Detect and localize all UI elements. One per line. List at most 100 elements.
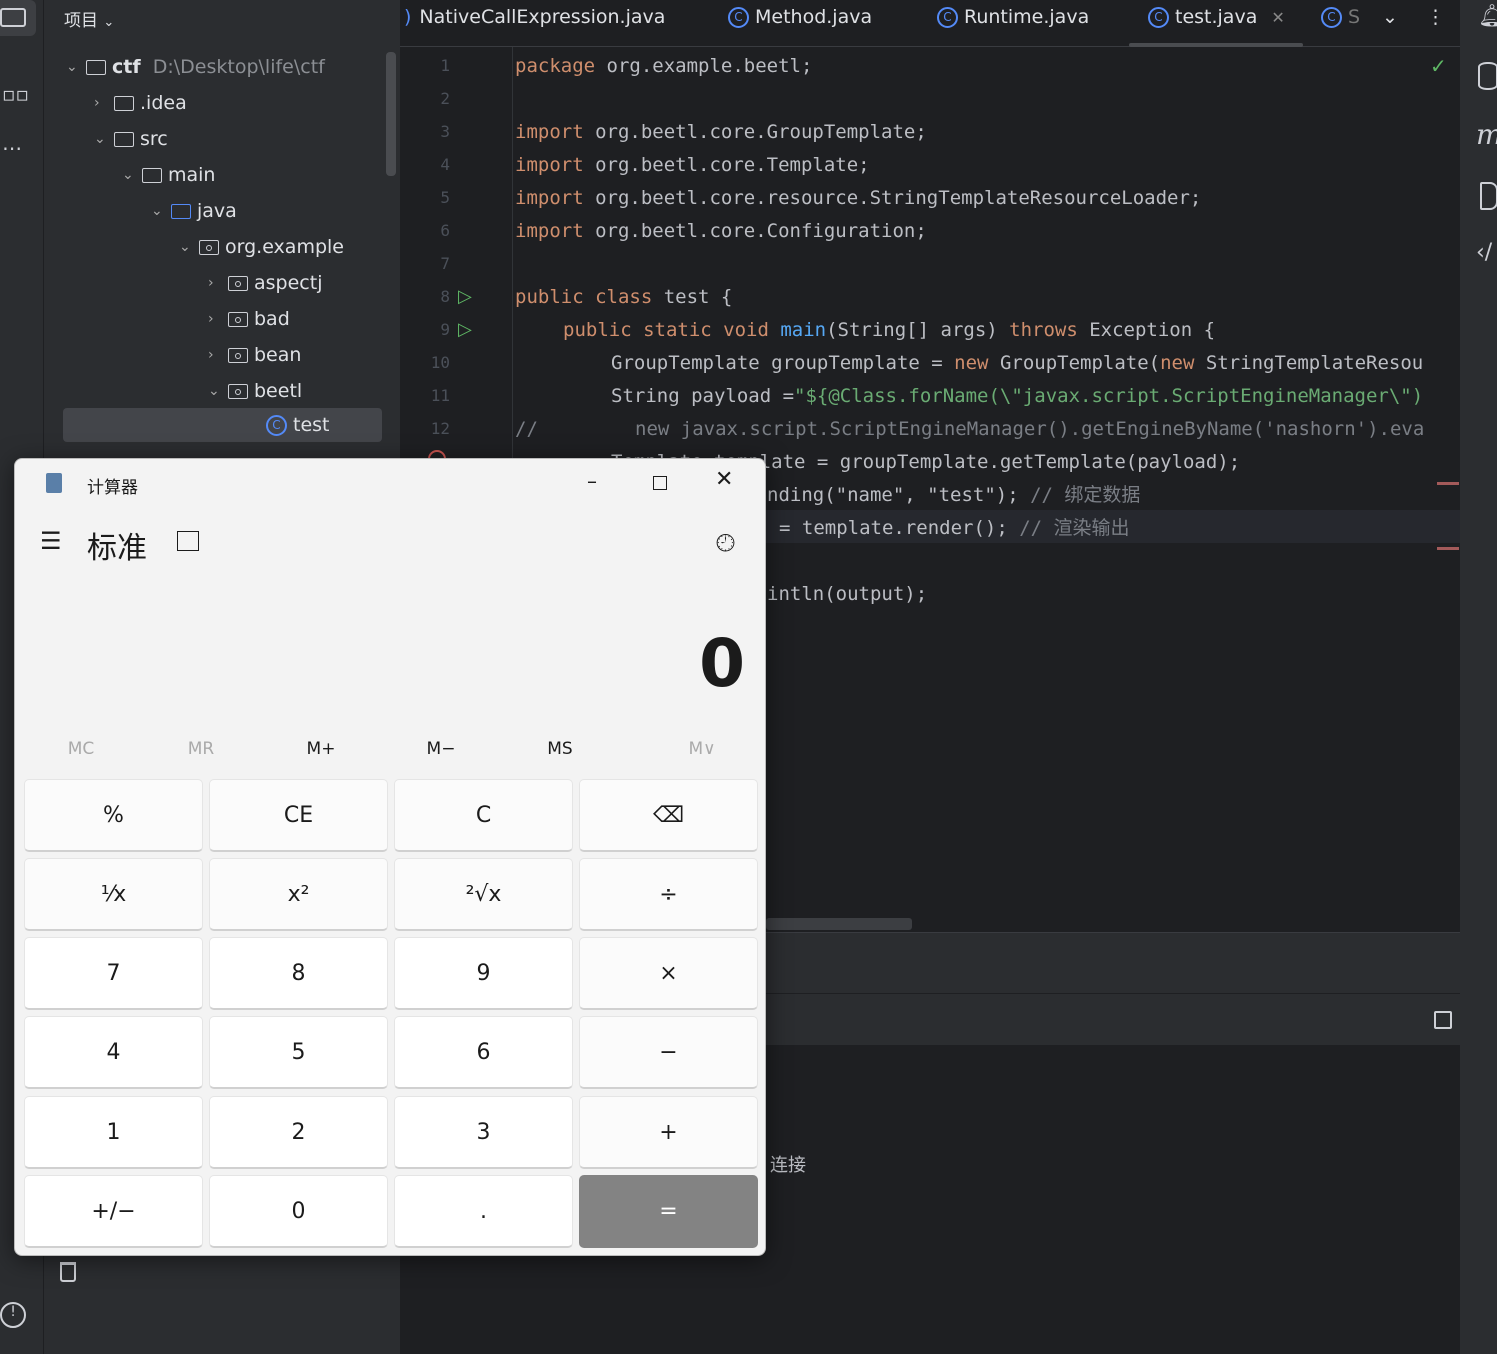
project-title[interactable]: 项目 ⌄ xyxy=(64,6,114,31)
tree-item-bad[interactable]: › bad xyxy=(208,302,290,336)
keep-on-top-icon[interactable] xyxy=(177,531,199,551)
percent-button[interactable]: % xyxy=(24,779,203,852)
tree-item-java[interactable]: ⌄ java xyxy=(151,194,237,228)
line-number: 10 xyxy=(430,353,450,372)
six-button[interactable]: 6 xyxy=(394,1016,573,1089)
memory-add-button[interactable]: M+ xyxy=(261,739,381,759)
package-icon xyxy=(228,347,248,363)
memory-list-button[interactable]: M∨ xyxy=(642,739,762,759)
package-icon xyxy=(228,311,248,327)
clear-button[interactable]: C xyxy=(394,779,573,852)
document-icon[interactable] xyxy=(1480,182,1497,210)
code-with-me-icon[interactable]: ‹/ xyxy=(1476,240,1492,265)
calculator-app-icon xyxy=(46,473,62,493)
tab-s[interactable]: CS xyxy=(1321,6,1360,28)
tab-native-call-expression[interactable]: ) NativeCallExpression.java xyxy=(404,6,665,28)
seven-button[interactable]: 7 xyxy=(24,937,203,1010)
tree-item-org-example[interactable]: ⌄ org.example xyxy=(179,230,344,264)
backspace-button[interactable]: ⌫ xyxy=(579,779,758,852)
clear-entry-button[interactable]: CE xyxy=(209,779,388,852)
square-button[interactable]: x² xyxy=(209,858,388,931)
tab-method[interactable]: C Method.java xyxy=(728,6,872,28)
divide-button[interactable]: ÷ xyxy=(579,858,758,931)
nine-button[interactable]: 9 xyxy=(394,937,573,1010)
tree-item-src[interactable]: ⌄ src xyxy=(94,122,168,156)
tab-label: test.java xyxy=(1175,6,1258,28)
tree-item-ctf[interactable]: ⌄ ctf D:\Desktop\life\ctf xyxy=(66,50,325,84)
tab-runtime[interactable]: C Runtime.java xyxy=(937,6,1089,28)
close-tab-icon[interactable]: ✕ xyxy=(1271,8,1284,27)
tab-test[interactable]: Ctest.java ✕ xyxy=(1148,6,1285,28)
code-text: org.beetl.core.resource.StringTemplateRe… xyxy=(583,187,1202,209)
tab-label: Runtime.java xyxy=(964,6,1090,28)
comment: // 绑定数据 xyxy=(1030,484,1141,506)
trash-icon[interactable] xyxy=(60,1262,76,1282)
two-button[interactable]: 2 xyxy=(209,1096,388,1169)
multiply-button[interactable]: × xyxy=(579,937,758,1010)
one-button[interactable]: 1 xyxy=(24,1096,203,1169)
tab-label: S xyxy=(1348,6,1361,28)
three-button[interactable]: 3 xyxy=(394,1096,573,1169)
history-icon[interactable]: 🕘︎ xyxy=(716,529,735,557)
tree-item-beetl[interactable]: ⌄ beetl xyxy=(208,374,302,408)
line-number: 5 xyxy=(440,188,450,207)
code-text: org.beetl.core.Template; xyxy=(583,154,870,176)
maximize-button[interactable] xyxy=(653,476,667,490)
run-main-icon[interactable]: ▷ xyxy=(458,319,472,340)
eight-button[interactable]: 8 xyxy=(209,937,388,1010)
maven-icon[interactable]: m xyxy=(1476,118,1497,151)
run-class-icon[interactable]: ▷ xyxy=(458,286,472,307)
five-button[interactable]: 5 xyxy=(209,1016,388,1089)
tree-label: main xyxy=(168,164,216,186)
tree-item-test[interactable]: Ctest xyxy=(63,408,382,442)
layout-icon[interactable] xyxy=(1434,1011,1452,1029)
zero-button[interactable]: 0 xyxy=(209,1175,388,1248)
package-icon xyxy=(228,383,248,399)
tree-item-bean[interactable]: › bean xyxy=(208,338,301,372)
tree-item-aspectj[interactable]: › aspectj xyxy=(208,266,322,300)
decimal-button[interactable]: . xyxy=(394,1175,573,1248)
memory-store-button[interactable]: MS xyxy=(500,739,620,759)
tree-scrollbar[interactable] xyxy=(386,52,396,176)
tree-item-idea[interactable]: › .idea xyxy=(94,86,187,120)
tabs-dropdown-icon[interactable]: ⌄ xyxy=(1382,6,1398,28)
reciprocal-button[interactable]: ¹⁄x xyxy=(24,858,203,931)
tab-label: Method.java xyxy=(755,6,873,28)
memory-clear-button[interactable]: MC xyxy=(21,739,141,759)
keyword: import xyxy=(515,154,584,176)
database-icon[interactable] xyxy=(1478,62,1497,90)
add-button[interactable]: + xyxy=(579,1096,758,1169)
close-button[interactable]: ✕ xyxy=(715,467,733,492)
more-options-icon[interactable]: ⋮ xyxy=(1426,6,1445,28)
notifications-icon[interactable]: 🔔︎ xyxy=(1478,4,1497,29)
memory-recall-button[interactable]: MR xyxy=(141,739,261,759)
project-folder-icon[interactable] xyxy=(0,0,36,36)
tree-label: beetl xyxy=(254,380,303,402)
console-text: 连接 xyxy=(770,1155,806,1176)
comment: new javax.script.ScriptEngineManager().g… xyxy=(635,418,1425,440)
negate-button[interactable]: +/− xyxy=(24,1175,203,1248)
memory-subtract-button[interactable]: M− xyxy=(381,739,501,759)
code-line-14: nding("name", "test"); // 绑定数据 xyxy=(767,483,1140,507)
subtract-button[interactable]: − xyxy=(579,1016,758,1089)
problems-icon[interactable]: ! xyxy=(0,1302,26,1328)
equals-button[interactable]: = xyxy=(579,1175,758,1248)
code-line-3: import org.beetl.core.GroupTemplate; xyxy=(515,120,927,144)
line-number: 12 xyxy=(430,419,450,438)
inspection-ok-icon[interactable]: ✓ xyxy=(1430,54,1447,78)
code-line-1: package org.example.beetl; xyxy=(515,54,812,78)
minimize-button[interactable]: – xyxy=(575,469,609,497)
tab-label: NativeCallExpression.java xyxy=(419,6,666,28)
more-icon[interactable]: ⋯ xyxy=(2,136,22,160)
menu-hamburger-icon[interactable]: ☰ xyxy=(40,527,62,555)
project-title-text: 项目 xyxy=(64,11,98,31)
square-root-button[interactable]: ²√x xyxy=(394,858,573,931)
tree-label: java xyxy=(197,200,237,222)
right-tool-strip: 🔔︎ m ‹/ xyxy=(1460,0,1497,1354)
class-icon: C xyxy=(266,414,287,436)
code-text: test { xyxy=(652,286,733,308)
four-button[interactable]: 4 xyxy=(24,1016,203,1089)
structure-icon[interactable]: ▫▫ xyxy=(2,82,29,106)
horizontal-scrollbar[interactable] xyxy=(766,918,912,930)
tree-item-main[interactable]: ⌄ main xyxy=(122,158,215,192)
